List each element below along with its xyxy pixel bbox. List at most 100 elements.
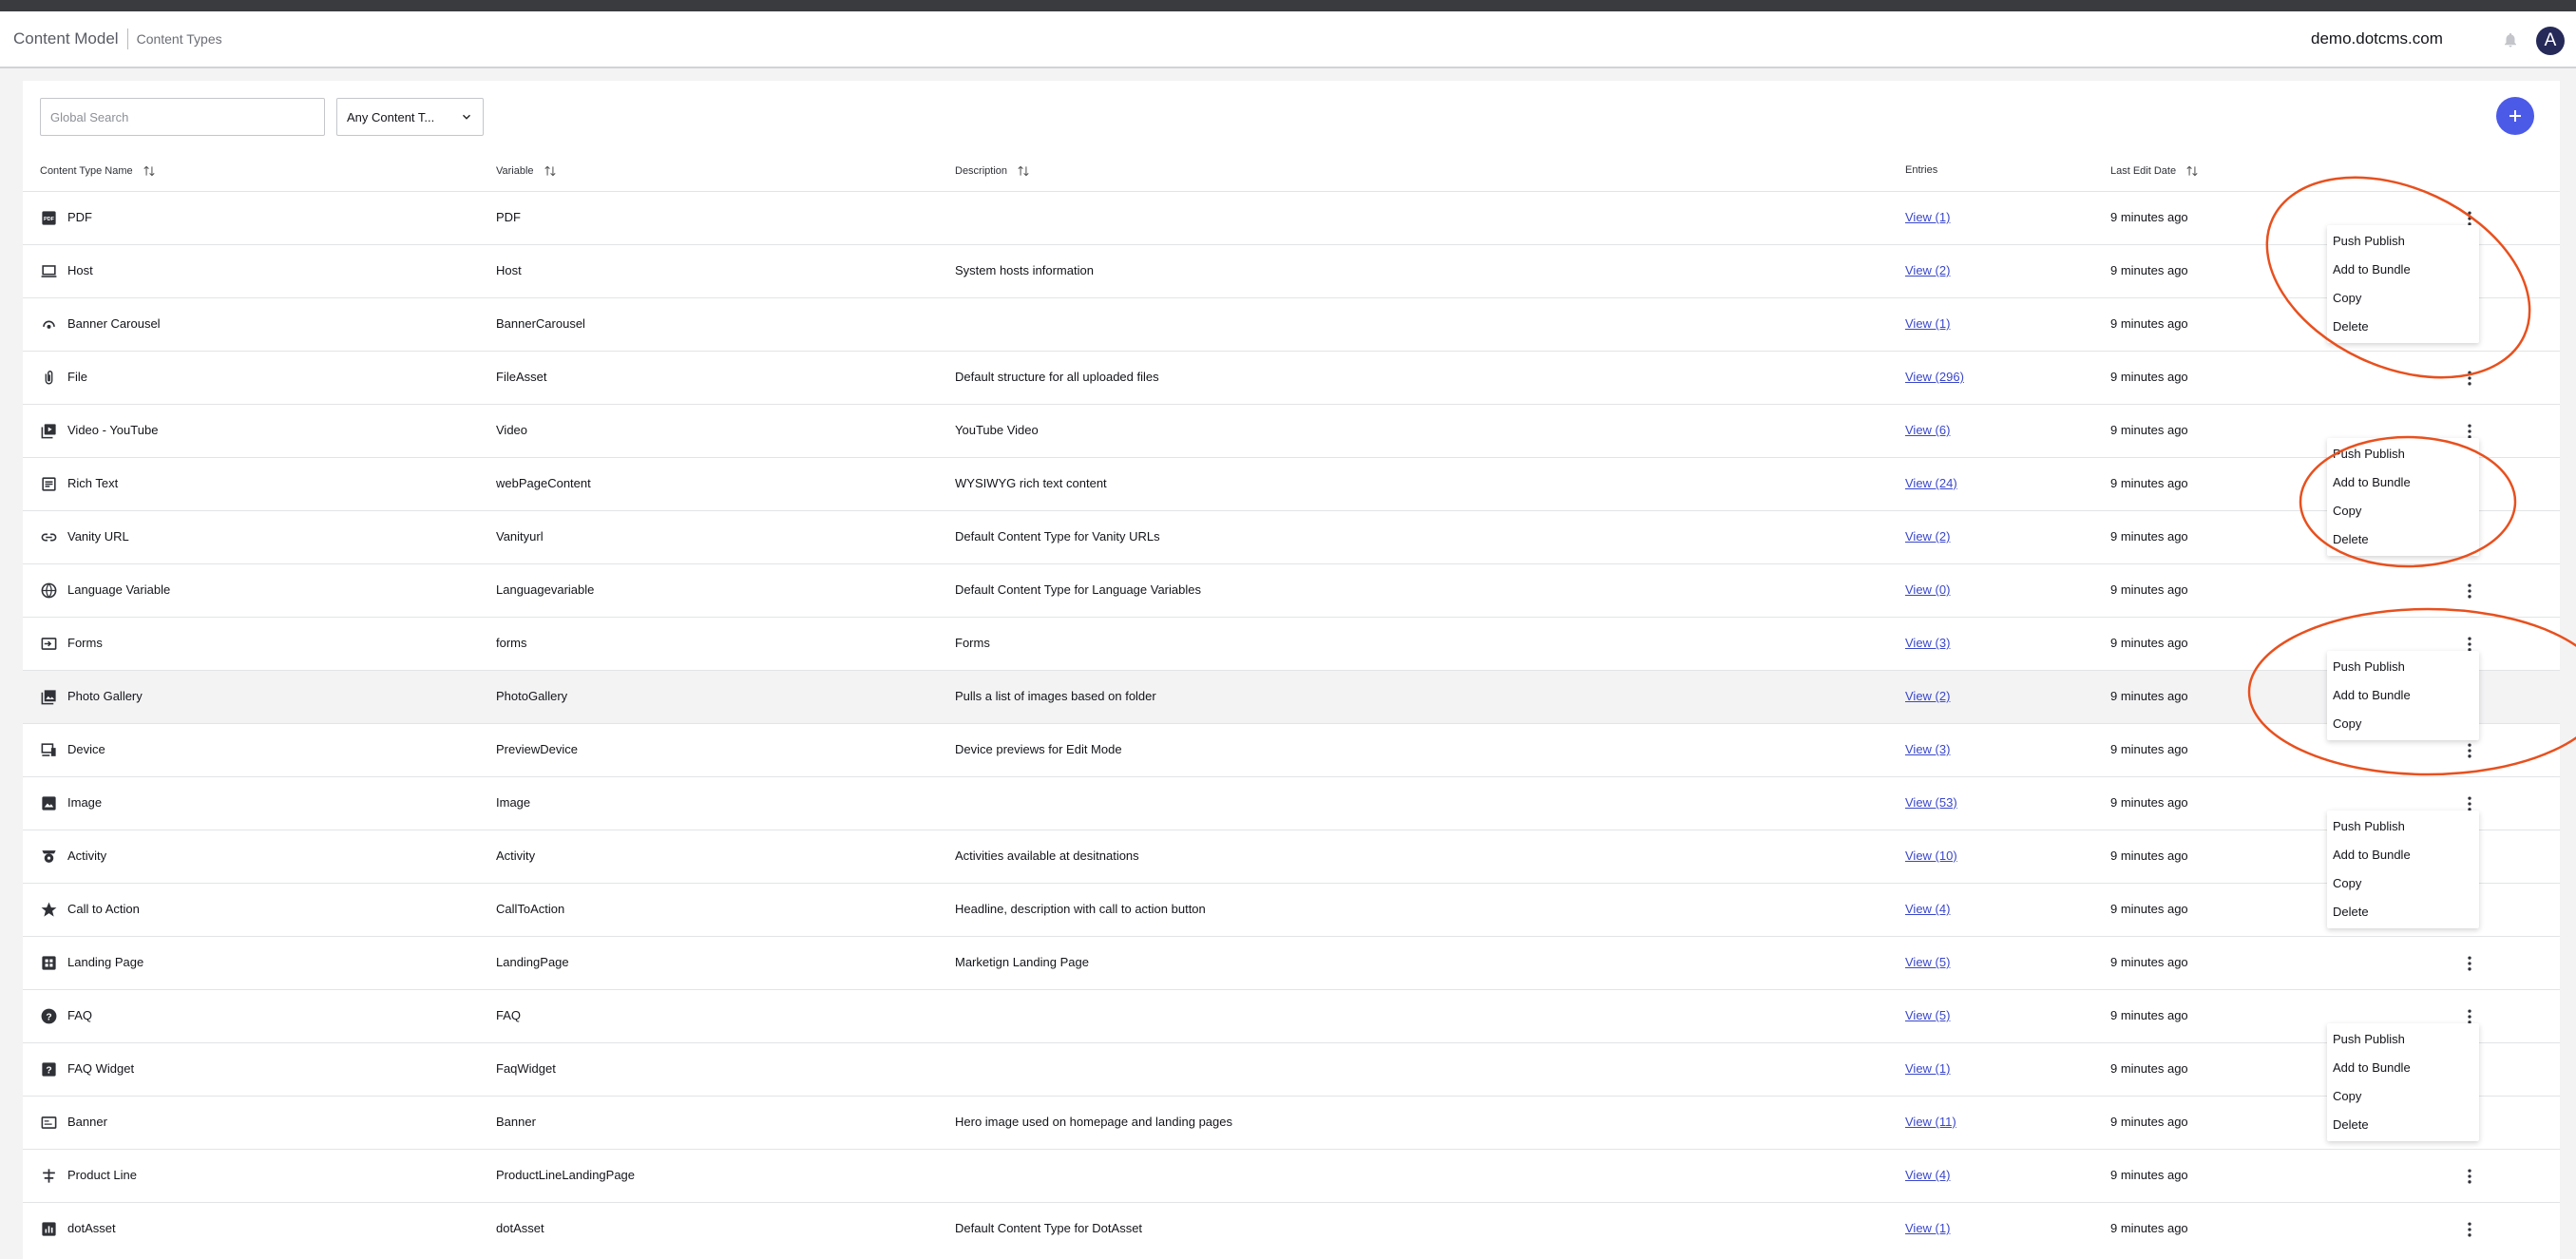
entries-link[interactable]: View (2)	[1905, 689, 1950, 703]
content-type-name[interactable]: Product Line	[67, 1168, 137, 1182]
menu-item-push-publish[interactable]: Push Publish	[2327, 1025, 2479, 1054]
entries-link[interactable]: View (5)	[1905, 1008, 1950, 1022]
content-type-name[interactable]: PDF	[67, 210, 92, 224]
table-row[interactable]: Vanity URL Vanityurl Default Content Type …	[23, 510, 2560, 563]
menu-item-push-publish[interactable]: Push Publish	[2327, 227, 2479, 256]
content-type-name[interactable]: Photo Gallery	[67, 689, 143, 703]
table-row[interactable]: ? FAQ Widget FaqWidget View (1) 9 minutes ag…	[23, 1042, 2560, 1096]
content-type-description: WYSIWYG rich text content	[955, 476, 1107, 490]
entries-link[interactable]: View (24)	[1905, 476, 1957, 490]
entries-link[interactable]: View (1)	[1905, 316, 1950, 331]
menu-item-add-to-bundle[interactable]: Add to Bundle	[2327, 841, 2479, 869]
more-actions-icon[interactable]	[2460, 582, 2479, 601]
entries-link[interactable]: View (0)	[1905, 582, 1950, 597]
content-type-name[interactable]: File	[67, 370, 87, 384]
entries-link[interactable]: View (3)	[1905, 742, 1950, 756]
entries-link[interactable]: View (11)	[1905, 1115, 1956, 1129]
menu-item-push-publish[interactable]: Push Publish	[2327, 653, 2479, 681]
table-row[interactable]: Call to Action CallToAction Headline, desc…	[23, 883, 2560, 936]
column-header-name[interactable]: Content Type Name	[40, 164, 156, 178]
menu-item-copy[interactable]: Copy	[2327, 284, 2479, 313]
entries-link[interactable]: View (53)	[1905, 795, 1957, 810]
entries-link[interactable]: View (10)	[1905, 849, 1957, 863]
content-type-name[interactable]: Rich Text	[67, 476, 118, 490]
entries-link[interactable]: View (296)	[1905, 370, 1964, 384]
entries-link[interactable]: View (1)	[1905, 1061, 1950, 1076]
more-actions-icon[interactable]	[2460, 1167, 2479, 1186]
menu-item-add-to-bundle[interactable]: Add to Bundle	[2327, 468, 2479, 497]
page-title[interactable]: Content Model	[13, 29, 119, 48]
content-type-name[interactable]: Device	[67, 742, 105, 756]
entries-link[interactable]: View (1)	[1905, 210, 1950, 224]
menu-item-copy[interactable]: Copy	[2327, 497, 2479, 525]
content-type-name[interactable]: Banner Carousel	[67, 316, 161, 331]
table-row[interactable]: Rich Text webPageContent WYSIWYG rich text…	[23, 457, 2560, 510]
content-type-name[interactable]: Video - YouTube	[67, 423, 158, 437]
table-row[interactable]: Banner Carousel BannerCarousel View (1) 9 m…	[23, 297, 2560, 351]
entries-link[interactable]: View (3)	[1905, 636, 1950, 650]
table-row[interactable]: Product Line ProductLineLandingPage View (…	[23, 1149, 2560, 1202]
more-actions-icon[interactable]	[2460, 954, 2479, 973]
table-row[interactable]: ? FAQ FAQ View (5) 9 minutes ago	[23, 989, 2560, 1042]
notification-bell-icon[interactable]	[2502, 30, 2519, 49]
content-type-name[interactable]: dotAsset	[67, 1221, 116, 1235]
table-row[interactable]: Device PreviewDevice Device previews for E…	[23, 723, 2560, 776]
column-header-last-edit-date[interactable]: Last Edit Date	[2110, 164, 2199, 178]
menu-item-push-publish[interactable]: Push Publish	[2327, 812, 2479, 841]
global-search-input[interactable]	[40, 98, 325, 136]
menu-item-copy[interactable]: Copy	[2327, 1082, 2479, 1111]
entries-link[interactable]: View (2)	[1905, 263, 1950, 277]
menu-item-delete[interactable]: Delete	[2327, 1111, 2479, 1139]
entries-link[interactable]: View (6)	[1905, 423, 1950, 437]
table-row[interactable]: Video - YouTube Video YouTube Video View (6…	[23, 404, 2560, 457]
menu-item-delete[interactable]: Delete	[2327, 898, 2479, 926]
entries-link[interactable]: View (4)	[1905, 1168, 1950, 1182]
plus-icon	[2509, 110, 2521, 122]
table-row[interactable]: Photo Gallery PhotoGallery Pulls a list of…	[23, 670, 2560, 723]
menu-item-delete[interactable]: Delete	[2327, 525, 2479, 554]
menu-item-push-publish[interactable]: Push Publish	[2327, 440, 2479, 468]
content-type-description: Pulls a list of images based on folder	[955, 689, 1156, 703]
table-row[interactable]: Image Image View (53) 9 minutes ago	[23, 776, 2560, 830]
table-row[interactable]: Landing Page LandingPage Marketign Landing…	[23, 936, 2560, 989]
content-type-filter[interactable]: Any Content T...	[336, 98, 484, 136]
content-type-name[interactable]: Language Variable	[67, 582, 170, 597]
content-type-name[interactable]: FAQ	[67, 1008, 92, 1022]
add-content-type-button[interactable]	[2496, 97, 2534, 135]
table-row[interactable]: Activity Activity Activities available at …	[23, 830, 2560, 883]
site-selector[interactable]: demo.dotcms.com	[2311, 29, 2443, 48]
table-row[interactable]: dotAsset dotAsset Default Content Type for…	[23, 1202, 2560, 1255]
entries-link[interactable]: View (2)	[1905, 529, 1950, 544]
content-type-name[interactable]: Vanity URL	[67, 529, 129, 544]
column-header-description[interactable]: Description	[955, 164, 1030, 178]
content-type-name[interactable]: Banner	[67, 1115, 107, 1129]
more-actions-icon[interactable]	[2460, 741, 2479, 760]
menu-item-delete[interactable]: Delete	[2327, 313, 2479, 341]
content-type-variable: FileAsset	[496, 370, 547, 384]
content-type-name[interactable]: FAQ Widget	[67, 1061, 134, 1076]
menu-item-copy[interactable]: Copy	[2327, 710, 2479, 738]
menu-item-copy[interactable]: Copy	[2327, 869, 2479, 898]
content-type-name[interactable]: Host	[67, 263, 93, 277]
column-header-variable[interactable]: Variable	[496, 164, 557, 178]
content-type-name[interactable]: Activity	[67, 849, 106, 863]
menu-item-add-to-bundle[interactable]: Add to Bundle	[2327, 256, 2479, 284]
more-actions-icon[interactable]	[2460, 1220, 2479, 1239]
entries-link[interactable]: View (1)	[1905, 1221, 1950, 1235]
table-row[interactable]: Forms forms Forms View (3) 9 minutes ago	[23, 617, 2560, 670]
more-actions-icon[interactable]	[2460, 369, 2479, 388]
table-row[interactable]: Host Host System hosts information View (2)…	[23, 244, 2560, 297]
table-row[interactable]: Banner Banner Hero image used on homepage …	[23, 1096, 2560, 1149]
entries-link[interactable]: View (4)	[1905, 902, 1950, 916]
table-row[interactable]: File FileAsset Default structure for all u…	[23, 351, 2560, 404]
content-type-name[interactable]: Call to Action	[67, 902, 140, 916]
user-avatar[interactable]: A	[2536, 27, 2565, 55]
content-type-name[interactable]: Image	[67, 795, 102, 810]
content-type-name[interactable]: Landing Page	[67, 955, 143, 969]
menu-item-add-to-bundle[interactable]: Add to Bundle	[2327, 681, 2479, 710]
menu-item-add-to-bundle[interactable]: Add to Bundle	[2327, 1054, 2479, 1082]
table-row[interactable]: PDF PDF PDF View (1) 9 minutes ago	[23, 191, 2560, 244]
content-type-name[interactable]: Forms	[67, 636, 103, 650]
table-row[interactable]: Language Variable Languagevariable Default…	[23, 563, 2560, 617]
entries-link[interactable]: View (5)	[1905, 955, 1950, 969]
